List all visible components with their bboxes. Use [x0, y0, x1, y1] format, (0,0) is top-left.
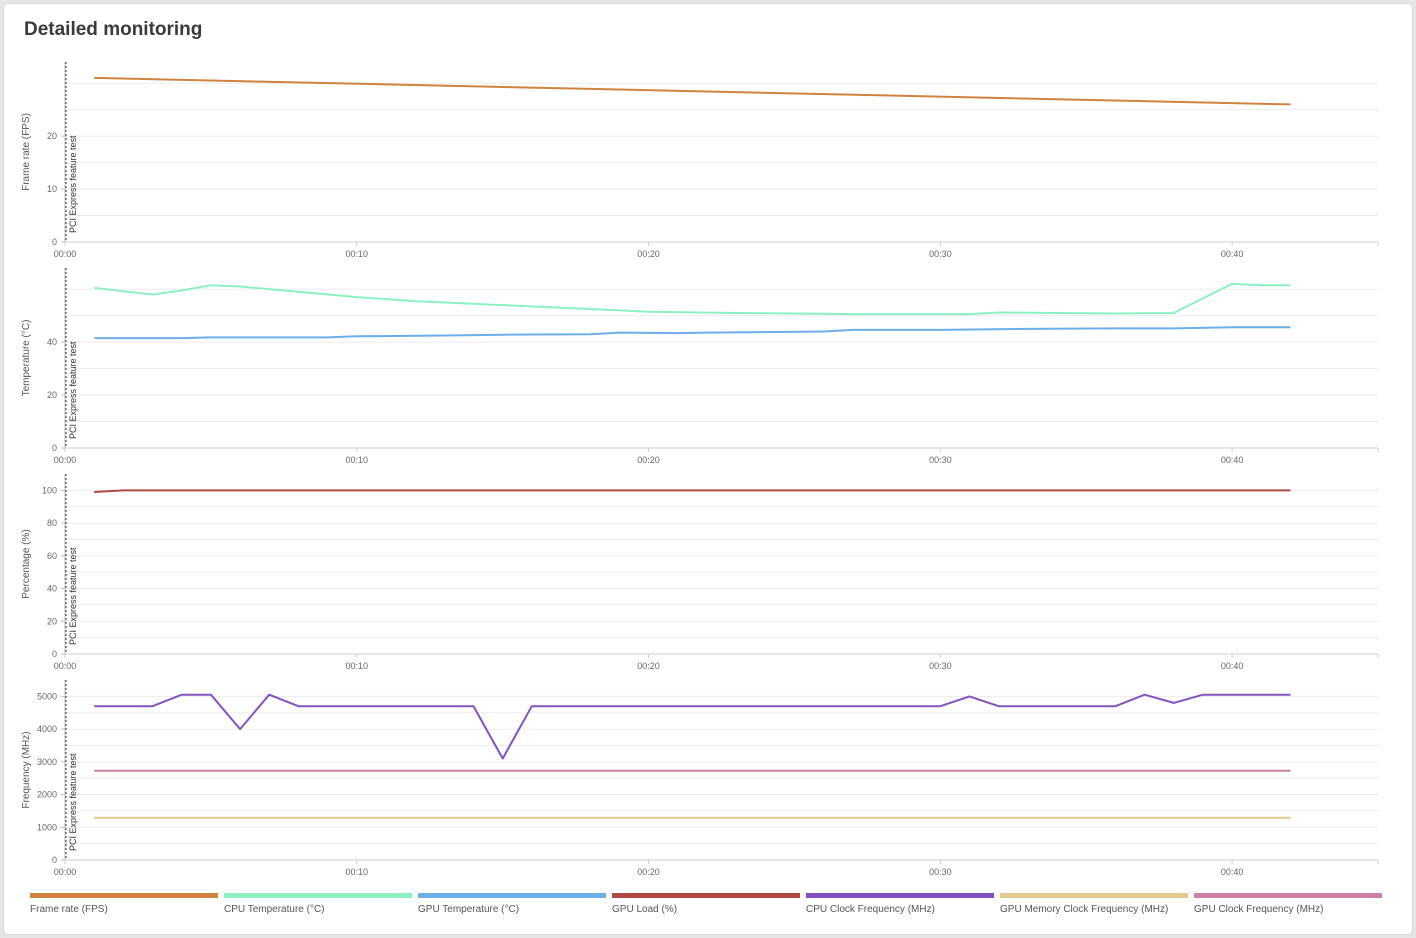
event-marker-label: PCI Express feature test	[68, 135, 78, 233]
x-tick-label: 00:40	[1221, 249, 1244, 259]
legend-label: GPU Temperature (°C)	[418, 904, 520, 915]
legend-item[interactable]: CPU Temperature (°C)	[224, 893, 412, 915]
legend-item[interactable]: GPU Temperature (°C)	[418, 893, 606, 915]
x-tick-label: 00:10	[346, 249, 369, 259]
y-tick-label: 2000	[37, 790, 57, 800]
x-tick-label: 00:40	[1221, 455, 1244, 465]
series-line	[94, 76, 1291, 106]
y-tick-label: 40	[47, 584, 57, 594]
x-tick-label: 00:10	[346, 867, 369, 877]
y-tick-label: 20	[47, 131, 57, 141]
x-tick-label: 00:40	[1221, 867, 1244, 877]
y-tick-label: 0	[52, 649, 57, 659]
y-axis-label: Frame rate (FPS)	[21, 113, 32, 191]
y-tick-label: 40	[47, 337, 57, 347]
series-line	[94, 326, 1291, 340]
series-line	[94, 489, 1291, 493]
x-tick-label: 00:30	[929, 867, 952, 877]
y-tick-label: 20	[47, 616, 57, 626]
x-tick-label: 00:00	[54, 867, 77, 877]
x-tick-label: 00:30	[929, 661, 952, 671]
x-tick-label: 00:20	[637, 867, 660, 877]
monitoring-charts: 0 10 20 00:00 00:10 00:20 00:30 00:40 Frame rate…	[21, 62, 1379, 877]
x-tick-label: 00:10	[346, 455, 369, 465]
event-marker-label: PCI Express feature test	[68, 547, 78, 645]
x-tick-label: 00:00	[54, 455, 77, 465]
y-tick-label: 20	[47, 390, 57, 400]
x-tick-label: 00:00	[54, 661, 77, 671]
x-tick-label: 00:20	[637, 455, 660, 465]
legend-item[interactable]: GPU Load (%)	[612, 893, 800, 915]
event-marker-label: PCI Express feature test	[68, 753, 78, 851]
y-axis-label: Temperature (°C)	[21, 320, 32, 397]
legend-swatch	[224, 893, 412, 898]
legend-item[interactable]: CPU Clock Frequency (MHz)	[806, 893, 994, 915]
legend-label: Frame rate (FPS)	[30, 904, 108, 915]
x-tick-label: 00:20	[637, 661, 660, 671]
x-tick-label: 00:30	[929, 249, 952, 259]
legend-swatch	[1000, 893, 1188, 898]
y-tick-label: 0	[52, 855, 57, 865]
x-tick-label: 00:10	[346, 661, 369, 671]
legend-label: GPU Clock Frequency (MHz)	[1194, 904, 1324, 915]
x-tick-label: 00:30	[929, 455, 952, 465]
chart-legend: Frame rate (FPS) CPU Temperature (°C) GPU …	[30, 893, 1382, 915]
y-tick-label: 1000	[37, 822, 57, 832]
legend-label: CPU Clock Frequency (MHz)	[806, 904, 935, 915]
legend-label: GPU Load (%)	[612, 904, 678, 915]
legend-label: CPU Temperature (°C)	[224, 904, 325, 915]
legend-swatch	[30, 893, 218, 898]
y-tick-label: 60	[47, 551, 57, 561]
legend-item[interactable]: GPU Clock Frequency (MHz)	[1194, 893, 1382, 915]
event-marker-label: PCI Express feature test	[68, 341, 78, 439]
series-line	[94, 282, 1291, 316]
legend-item[interactable]: GPU Memory Clock Frequency (MHz)	[1000, 893, 1188, 915]
y-tick-label: 0	[52, 443, 57, 453]
legend-item[interactable]: Frame rate (FPS)	[30, 893, 218, 915]
x-tick-label: 00:20	[637, 249, 660, 259]
series-line	[94, 693, 1291, 760]
x-tick-label: 00:40	[1221, 661, 1244, 671]
legend-swatch	[806, 893, 994, 898]
y-tick-label: 0	[52, 237, 57, 247]
y-tick-label: 3000	[37, 757, 57, 767]
legend-swatch	[612, 893, 800, 898]
y-tick-label: 5000	[37, 691, 57, 701]
y-axis-label: Frequency (MHz)	[21, 731, 32, 808]
legend-swatch	[418, 893, 606, 898]
y-tick-label: 100	[42, 485, 57, 495]
y-tick-label: 10	[47, 184, 57, 194]
y-tick-label: 4000	[37, 724, 57, 734]
y-axis-label: Percentage (%)	[21, 529, 32, 598]
legend-label: GPU Memory Clock Frequency (MHz)	[1000, 904, 1169, 915]
y-tick-label: 80	[47, 518, 57, 528]
legend-swatch	[1194, 893, 1382, 898]
x-tick-label: 00:00	[54, 249, 77, 259]
